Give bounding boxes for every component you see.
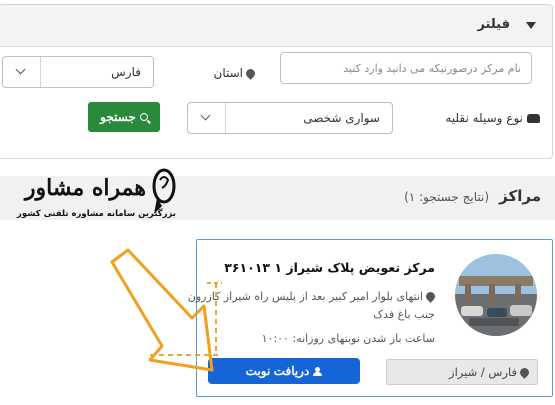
logo-tagline: بزرگترین سامانه مشاوره تلفنی کشور — [16, 208, 176, 219]
hamrah-moshaver-logo: همراه مشاور بزرگترین سامانه مشاوره تلفنی… — [16, 168, 176, 219]
map-pin-icon — [244, 67, 257, 80]
province-label: استان — [214, 66, 257, 80]
logo-name: همراه مشاور — [23, 175, 146, 201]
chevron-down-icon — [200, 110, 211, 121]
search-icon — [139, 113, 148, 121]
vehicle-type-select[interactable]: سواری شخصی — [187, 102, 393, 134]
center-photo — [455, 254, 537, 336]
centers-title: مراکز — [499, 187, 541, 205]
map-pin-icon — [424, 290, 437, 303]
center-title: مرکز تعویض پلاک شیراز ۱ ۳۶۱۰۱۳ — [224, 260, 435, 275]
filter-title: فیلتر — [477, 17, 510, 32]
center-address: انتهای بلوار امیر کبیر بعد از پلیس راه ش… — [187, 290, 437, 321]
vehicle-type-label: نوع وسیله نقلیه — [445, 111, 540, 125]
search-result-count: (نتایج جستجو: ۱) — [404, 190, 489, 204]
user-icon — [313, 366, 323, 376]
car-icon — [527, 114, 540, 123]
province-select-value: فارس — [111, 65, 141, 79]
chevron-down-icon — [15, 64, 26, 75]
map-pin-icon — [518, 366, 531, 379]
filter-header[interactable]: فیلتر — [0, 5, 552, 47]
search-button[interactable]: جستجو — [88, 102, 160, 132]
vehicle-type-select-value: سواری شخصی — [303, 111, 380, 125]
caret-down-icon — [526, 22, 536, 29]
center-name-search-input[interactable] — [280, 52, 532, 84]
get-appointment-button[interactable]: دریافت نوبت — [208, 358, 360, 384]
center-card: مرکز تعویض پلاک شیراز ۱ ۳۶۱۰۱۳ انتهای بل… — [188, 239, 553, 397]
province-select[interactable]: فارس — [2, 56, 154, 88]
center-location: فارس / شیراز — [386, 359, 538, 385]
center-opening-hours: ساعت باز شدن نوبتهای روزانه: ۱۰:۰۰ — [261, 332, 435, 345]
